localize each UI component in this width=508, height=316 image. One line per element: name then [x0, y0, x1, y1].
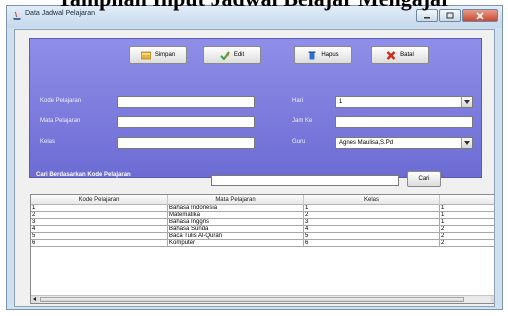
form-panel: Simpan Edit Hapus Batal Kode Pelajaran M… [29, 38, 482, 178]
cell-kelas: 5 [304, 233, 440, 240]
cell-extra: 1 [440, 205, 494, 212]
maximize-icon [446, 12, 454, 19]
cell-extra: 2 [440, 226, 494, 233]
scroll-right-icon[interactable] [491, 296, 494, 303]
jam-ke-input[interactable] [335, 116, 473, 128]
save-button[interactable]: Simpan [129, 46, 187, 64]
column-header[interactable]: Kode Pelajaran [31, 195, 168, 205]
dropdown-arrow-icon[interactable] [461, 97, 472, 107]
hari-select[interactable]: 1 [335, 96, 473, 108]
cell-kelas: 1 [304, 205, 440, 212]
table-row[interactable]: 3 Bahasa Inggris 3 1 [31, 219, 494, 226]
jam-ke-label: Jam Ke [292, 118, 313, 124]
table-row[interactable]: 5 Baca Tulis Al-Quran 5 2 [31, 233, 494, 240]
cell-kelas: 2 [304, 212, 440, 219]
guru-select[interactable]: Agnes Maulisa,S.Pd [335, 137, 473, 149]
cell-kelas: 4 [304, 226, 440, 233]
cell-kode: 4 [31, 226, 168, 233]
schedule-table: Kode Pelajaran Mata Pelajaran Kelas 1 Ba… [30, 194, 494, 304]
table-row[interactable]: 1 Bahasa Indonesia 1 1 [31, 205, 494, 212]
save-icon [140, 51, 151, 59]
delete-button[interactable]: Hapus [294, 46, 352, 64]
table-row[interactable]: 4 Bahasa Sunda 4 2 [31, 226, 494, 233]
cell-mata: Matematika [168, 212, 304, 219]
hari-value: 1 [339, 99, 343, 105]
column-header[interactable] [440, 195, 494, 205]
cell-mata: Bahasa Sunda [168, 226, 304, 233]
guru-value: Agnes Maulisa,S.Pd [339, 140, 394, 146]
cancel-label: Batal [400, 52, 414, 58]
cell-extra: 2 [440, 240, 494, 247]
delete-label: Hapus [321, 52, 339, 58]
guru-label: Guru [292, 139, 306, 145]
scroll-left-icon[interactable] [31, 296, 39, 303]
column-header[interactable]: Kelas [304, 195, 440, 205]
kode-pelajaran-input[interactable] [117, 96, 255, 108]
close-icon [476, 11, 484, 20]
cancel-icon [386, 50, 396, 60]
search-input[interactable] [211, 175, 399, 186]
edit-button[interactable]: Edit [203, 46, 261, 64]
delete-icon [308, 51, 316, 59]
cell-extra: 1 [440, 219, 494, 226]
java-app-icon [13, 11, 21, 20]
page-heading: Tampilan Input Jadwal Belajar Mengajar [0, 0, 508, 11]
app-window: Data Jadwal Pelajaran Simpan Edit Hapus … [6, 5, 503, 310]
cell-kode: 6 [31, 240, 168, 247]
minimize-icon [424, 16, 430, 18]
edit-label: Edit [233, 52, 245, 58]
kelas-input[interactable] [117, 137, 255, 149]
search-button[interactable]: Cari [407, 171, 441, 187]
cell-extra: 2 [440, 233, 494, 240]
cancel-button[interactable]: Batal [371, 46, 429, 64]
cell-extra: 1 [440, 212, 494, 219]
cell-kode: 2 [31, 212, 168, 219]
cell-kode: 1 [31, 205, 168, 212]
table-row[interactable]: 2 Matematika 2 1 [31, 212, 494, 219]
mata-pelajaran-input[interactable] [117, 116, 255, 128]
hari-label: Hari [292, 98, 304, 104]
cell-kelas: 3 [304, 219, 440, 226]
cell-kode: 3 [31, 219, 168, 226]
table-header: Kode Pelajaran Mata Pelajaran Kelas [31, 195, 494, 205]
save-label: Simpan [154, 52, 176, 58]
dropdown-arrow-icon[interactable] [461, 138, 472, 148]
kode-pelajaran-label: Kode Pelajaran [40, 98, 82, 104]
cell-mata: Komputer [168, 240, 304, 247]
kelas-label: Kelas [40, 139, 56, 145]
cell-mata: Bahasa Indonesia [168, 205, 304, 212]
cell-kode: 5 [31, 233, 168, 240]
column-header[interactable]: Mata Pelajaran [168, 195, 304, 205]
content-area: Simpan Edit Hapus Batal Kode Pelajaran M… [14, 29, 495, 307]
cell-kelas: 6 [304, 240, 440, 247]
cell-mata: Baca Tulis Al-Quran [168, 233, 304, 240]
scrollbar-thumb[interactable] [40, 297, 464, 302]
search-label: Cari Berdasarkan Kode Pelajaran [36, 172, 131, 178]
mata-pelajaran-label: Mata Pelajaran [40, 118, 81, 124]
table-row[interactable]: 6 Komputer 6 2 [31, 240, 494, 247]
window-title: Data Jadwal Pelajaran [25, 10, 96, 17]
edit-icon [220, 50, 230, 60]
cell-mata: Bahasa Inggris [168, 219, 304, 226]
horizontal-scrollbar[interactable] [31, 295, 494, 303]
